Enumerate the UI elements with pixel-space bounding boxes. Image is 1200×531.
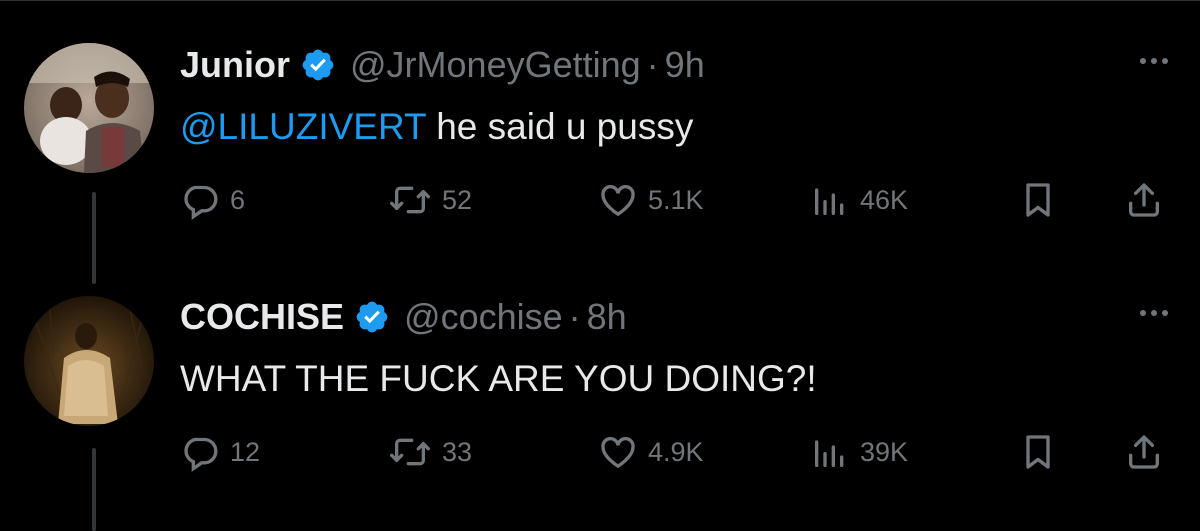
bookmark-button[interactable] (1018, 176, 1058, 224)
more-icon[interactable] (1140, 58, 1168, 64)
reply-icon (180, 432, 220, 472)
author-handle[interactable]: @cochise (404, 296, 563, 338)
timestamp[interactable]: 8h (587, 296, 627, 338)
avatar[interactable] (24, 296, 154, 426)
thread-line (92, 448, 96, 531)
separator-dot: · (646, 44, 659, 85)
reply-count: 6 (230, 184, 246, 215)
like-count: 4.9K (648, 436, 704, 467)
views-button[interactable]: 46K (810, 176, 908, 224)
views-button[interactable]: 39K (810, 428, 908, 476)
like-button[interactable]: 4.9K (598, 428, 704, 476)
share-icon (1124, 432, 1164, 472)
author-name[interactable]: Junior (180, 44, 290, 86)
tweet-body: he said u pussy (425, 106, 694, 147)
reply-icon (180, 180, 220, 220)
tweet-actions: 12 33 4.9K 39K (180, 428, 1180, 476)
view-count: 46K (860, 184, 909, 215)
bookmark-icon (1018, 432, 1058, 472)
thread-line (92, 192, 96, 284)
heart-icon (598, 180, 638, 220)
bookmark-icon (1018, 180, 1058, 220)
mention-link[interactable]: @LILUZIVERT (180, 106, 426, 147)
author-handle[interactable]: @JrMoneyGetting (350, 44, 641, 86)
verified-badge-icon (300, 47, 336, 83)
retweet-count: 52 (442, 184, 473, 215)
retweet-button[interactable]: 33 (388, 428, 472, 476)
tweet-text: @LILUZIVERT he said u pussy (180, 106, 693, 148)
retweet-count: 33 (442, 436, 473, 467)
more-icon[interactable] (1140, 310, 1168, 316)
reply-button[interactable]: 6 (180, 176, 245, 224)
separator-dot: · (568, 296, 581, 337)
tweet-text: WHAT THE FUCK ARE YOU DOING?! (180, 358, 817, 400)
top-divider (0, 0, 1200, 1)
heart-icon (598, 432, 638, 472)
author-name[interactable]: COCHISE (180, 296, 344, 338)
views-icon (810, 432, 850, 472)
verified-badge-icon (354, 299, 390, 335)
reply-count: 12 (230, 436, 261, 467)
tweet-actions: 6 52 5.1K 46K (180, 176, 1180, 224)
share-button[interactable] (1124, 176, 1164, 224)
share-button[interactable] (1124, 428, 1164, 476)
like-count: 5.1K (648, 184, 704, 215)
retweet-icon (388, 432, 432, 472)
reply-button[interactable]: 12 (180, 428, 260, 476)
views-icon (810, 180, 850, 220)
timestamp[interactable]: 9h (665, 44, 705, 86)
avatar[interactable] (24, 43, 154, 173)
share-icon (1124, 180, 1164, 220)
bookmark-button[interactable] (1018, 428, 1058, 476)
like-button[interactable]: 5.1K (598, 176, 704, 224)
retweet-icon (388, 180, 432, 220)
tweet-body: WHAT THE FUCK ARE YOU DOING?! (180, 358, 817, 399)
retweet-button[interactable]: 52 (388, 176, 472, 224)
view-count: 39K (860, 436, 909, 467)
